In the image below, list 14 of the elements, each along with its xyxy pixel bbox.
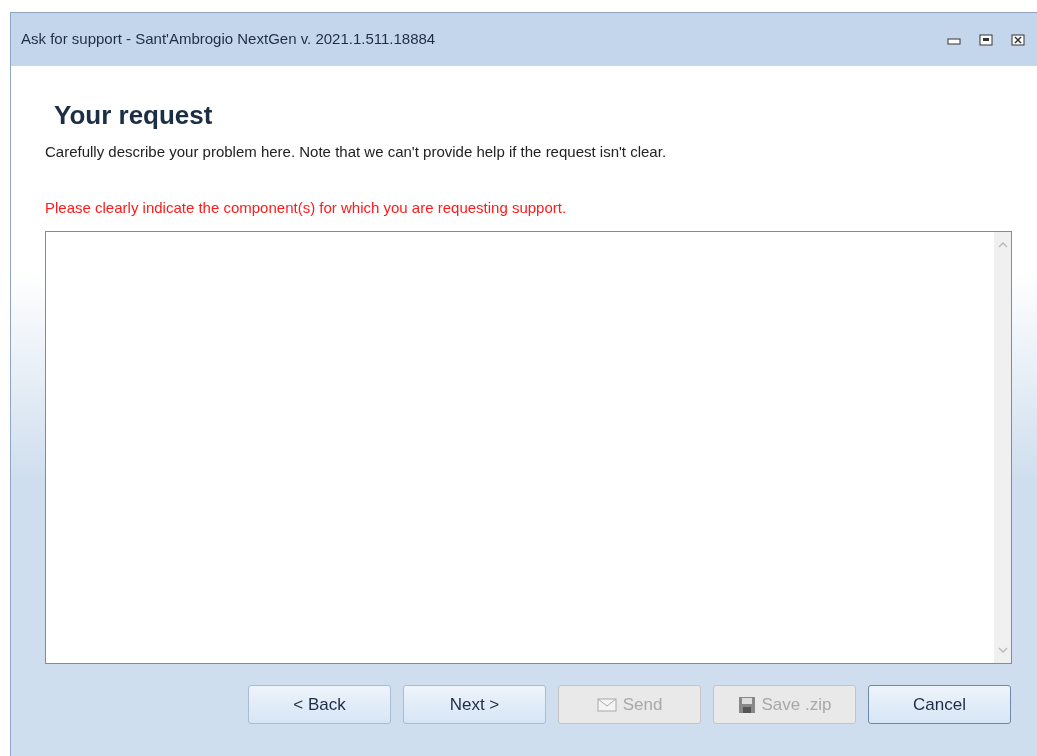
scrollbar[interactable] (994, 232, 1011, 663)
scroll-down-icon[interactable] (997, 647, 1008, 653)
maximize-icon[interactable] (979, 33, 993, 46)
description-text: Carefully describe your problem here. Note that we can't provide help if the request isn't clear. (45, 142, 667, 162)
dialog-button[interactable]: Cancel (868, 685, 1011, 724)
close-icon[interactable] (1011, 33, 1025, 46)
dialog-button[interactable]: Next > (403, 685, 546, 724)
page-heading: Your request (54, 99, 213, 131)
envelope-icon (596, 697, 617, 712)
request-text-area[interactable] (45, 231, 1012, 664)
window-title: Ask for support - Sant'Ambrogio NextGen v. 2021.1.511.18884 (21, 29, 436, 50)
dialog-button[interactable]: < Back (248, 685, 391, 724)
warning-text: Please clearly indicate the component(s) for which you are requesting support. (45, 197, 567, 218)
scroll-up-icon[interactable] (997, 242, 1008, 248)
